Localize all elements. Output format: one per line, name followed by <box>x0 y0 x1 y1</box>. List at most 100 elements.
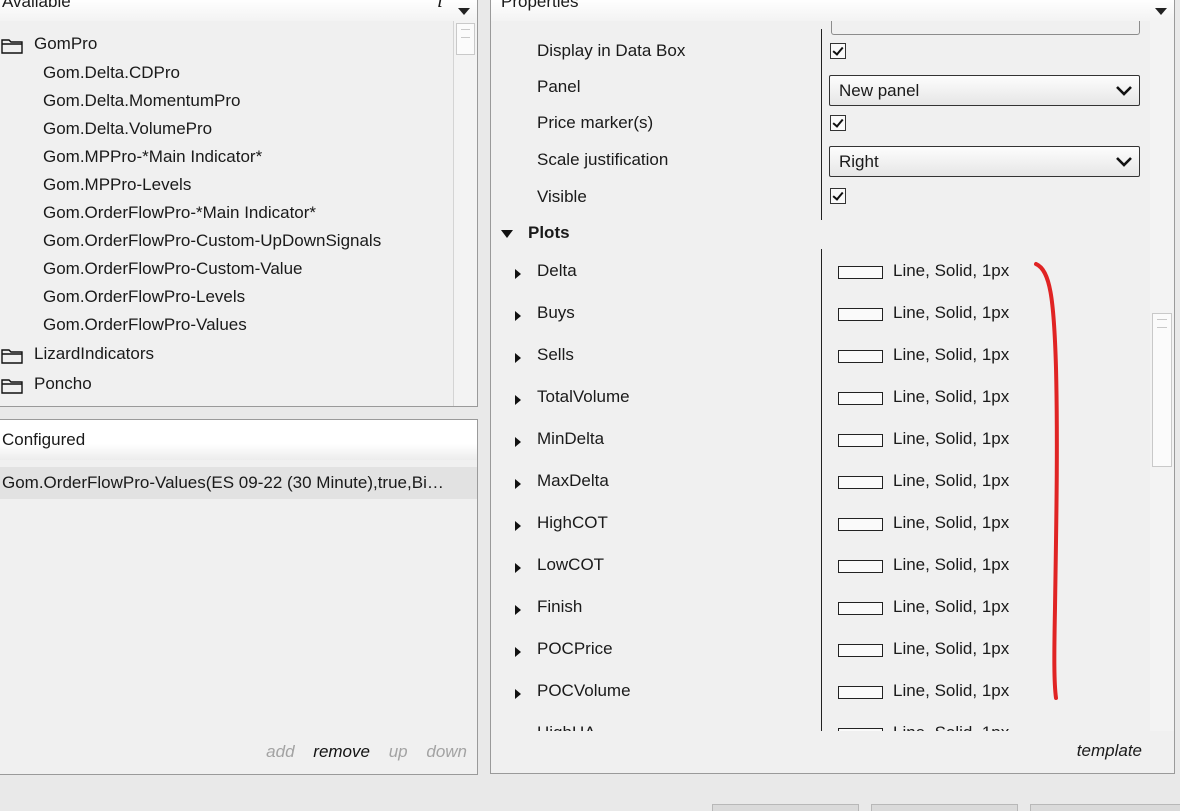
plot-color-swatch[interactable] <box>838 308 883 321</box>
plot-color-swatch[interactable] <box>838 644 883 657</box>
expand-triangle-icon[interactable] <box>515 563 521 573</box>
plot-name: LowCOT <box>537 555 605 574</box>
plot-name: POCVolume <box>537 681 631 700</box>
plot-style-value: Line, Solid, 1px <box>893 471 1010 490</box>
plot-style-value: Line, Solid, 1px <box>893 429 1010 448</box>
column-divider <box>821 669 822 711</box>
property-row-price-markers: Price marker(s) <box>491 109 1151 147</box>
visible-checkbox[interactable] <box>830 188 846 204</box>
tree-item[interactable]: Gom.MPPro-*Main Indicator* <box>0 143 451 171</box>
plot-row[interactable]: LowCOT Line, Solid, 1px <box>491 543 1151 585</box>
available-scrollbar[interactable] <box>453 21 477 406</box>
properties-scroll-thumb[interactable] <box>1152 313 1172 467</box>
plot-color-swatch[interactable] <box>838 728 883 731</box>
tree-folder[interactable]: GomPro <box>0 29 451 59</box>
property-row-display-in-data-box: Display in Data Box <box>491 29 1151 67</box>
expand-triangle-icon[interactable] <box>515 269 521 279</box>
price-markers-checkbox[interactable] <box>830 115 846 131</box>
tree-item[interactable]: Gom.OrderFlowPro-Custom-Value <box>0 255 451 283</box>
tree-item[interactable]: Gom.Delta.CDPro <box>0 59 451 87</box>
plot-color-swatch[interactable] <box>838 476 883 489</box>
expand-triangle-icon[interactable] <box>515 521 521 531</box>
tree-folder-label: Poncho <box>34 374 92 393</box>
properties-dropdown-icon[interactable] <box>1150 0 1172 21</box>
expand-triangle-icon[interactable] <box>515 395 521 405</box>
tree-item[interactable]: Gom.OrderFlowPro-Custom-UpDownSignals <box>0 227 451 255</box>
plot-row[interactable]: MinDelta Line, Solid, 1px <box>491 417 1151 459</box>
expand-triangle-icon[interactable] <box>515 437 521 447</box>
plot-color-swatch[interactable] <box>838 686 883 699</box>
plot-style-value: Line, Solid, 1px <box>893 681 1010 700</box>
remove-button[interactable]: remove <box>313 742 370 761</box>
panel-select[interactable]: New panel <box>829 75 1140 106</box>
column-divider <box>821 459 822 501</box>
plot-row[interactable]: Finish Line, Solid, 1px <box>491 585 1151 627</box>
panel-select-value: New panel <box>839 81 920 100</box>
expand-triangle-icon[interactable] <box>515 605 521 615</box>
column-divider <box>821 333 822 375</box>
tree-item[interactable]: Gom.OrderFlowPro-Values <box>0 311 451 339</box>
chevron-down-icon <box>1116 157 1132 167</box>
info-icon[interactable]: i <box>437 0 443 12</box>
plot-row[interactable]: TotalVolume Line, Solid, 1px <box>491 375 1151 417</box>
tree-folder[interactable]: LizardIndicators <box>0 339 451 369</box>
folder-icon <box>1 378 23 394</box>
plots-category[interactable]: Plots <box>501 223 701 249</box>
tree-item[interactable]: Gom.OrderFlowPro-Levels <box>0 283 451 311</box>
configured-item[interactable]: Gom.OrderFlowPro-Values(ES 09-22 (30 Min… <box>0 467 477 499</box>
column-divider <box>821 186 822 220</box>
scale-justification-select[interactable]: Right <box>829 146 1140 177</box>
plot-color-swatch[interactable] <box>838 560 883 573</box>
expand-triangle-icon[interactable] <box>515 479 521 489</box>
expand-triangle-icon[interactable] <box>515 689 521 699</box>
plot-row[interactable]: Buys Line, Solid, 1px <box>491 291 1151 333</box>
dialog-button[interactable] <box>712 804 859 811</box>
plot-color-swatch[interactable] <box>838 518 883 531</box>
available-scroll-thumb[interactable] <box>456 23 475 55</box>
tree-item[interactable]: Gom.Delta.MomentumPro <box>0 87 451 115</box>
plot-row[interactable]: MaxDelta Line, Solid, 1px <box>491 459 1151 501</box>
properties-header: Properties <box>491 0 1174 21</box>
properties-scrollbar[interactable] <box>1150 21 1174 731</box>
column-divider <box>821 543 822 585</box>
property-row-scale-justification: Scale justification Right <box>491 142 1151 186</box>
column-divider <box>821 249 822 291</box>
add-button[interactable]: add <box>266 742 294 761</box>
tree-folder-label: LizardIndicators <box>34 344 155 363</box>
plot-row[interactable]: HighHA Line, Solid, 1px <box>491 711 1151 731</box>
configured-actions: add remove up down <box>252 742 467 762</box>
plot-name: Delta <box>537 261 577 280</box>
display-in-data-box-checkbox[interactable] <box>830 43 846 59</box>
expand-triangle-icon[interactable] <box>515 311 521 321</box>
tree-item[interactable]: Gom.Delta.VolumePro <box>0 115 451 143</box>
column-divider <box>821 627 822 669</box>
plot-row[interactable]: POCPrice Line, Solid, 1px <box>491 627 1151 669</box>
tree-folder[interactable]: Poncho <box>0 369 451 399</box>
column-divider <box>821 585 822 627</box>
tree-folder-label: GomPro <box>34 34 98 53</box>
plot-color-swatch[interactable] <box>838 602 883 615</box>
plot-row[interactable]: HighCOT Line, Solid, 1px <box>491 501 1151 543</box>
down-button[interactable]: down <box>426 742 467 761</box>
up-button[interactable]: up <box>389 742 408 761</box>
tree-item[interactable]: Gom.MPPro-Levels <box>0 171 451 199</box>
plot-color-swatch[interactable] <box>838 266 883 279</box>
dialog-button[interactable] <box>871 804 1018 811</box>
plot-row[interactable]: Delta Line, Solid, 1px <box>491 249 1151 291</box>
plot-name: POCPrice <box>537 639 613 658</box>
property-row-visible: Visible <box>491 186 1151 220</box>
expand-triangle-icon[interactable] <box>515 647 521 657</box>
property-label: Panel <box>537 77 581 96</box>
collapse-triangle-icon <box>501 230 513 238</box>
plot-color-swatch[interactable] <box>838 434 883 447</box>
dialog-button[interactable] <box>1030 804 1180 811</box>
template-button[interactable]: template <box>1077 741 1142 761</box>
plot-color-swatch[interactable] <box>838 392 883 405</box>
plot-row[interactable]: Sells Line, Solid, 1px <box>491 333 1151 375</box>
properties-title: Properties <box>501 0 579 11</box>
tree-item[interactable]: Gom.OrderFlowPro-*Main Indicator* <box>0 199 451 227</box>
available-dropdown-icon[interactable] <box>453 0 475 21</box>
expand-triangle-icon[interactable] <box>515 353 521 363</box>
plot-color-swatch[interactable] <box>838 350 883 363</box>
plot-row[interactable]: POCVolume Line, Solid, 1px <box>491 669 1151 711</box>
